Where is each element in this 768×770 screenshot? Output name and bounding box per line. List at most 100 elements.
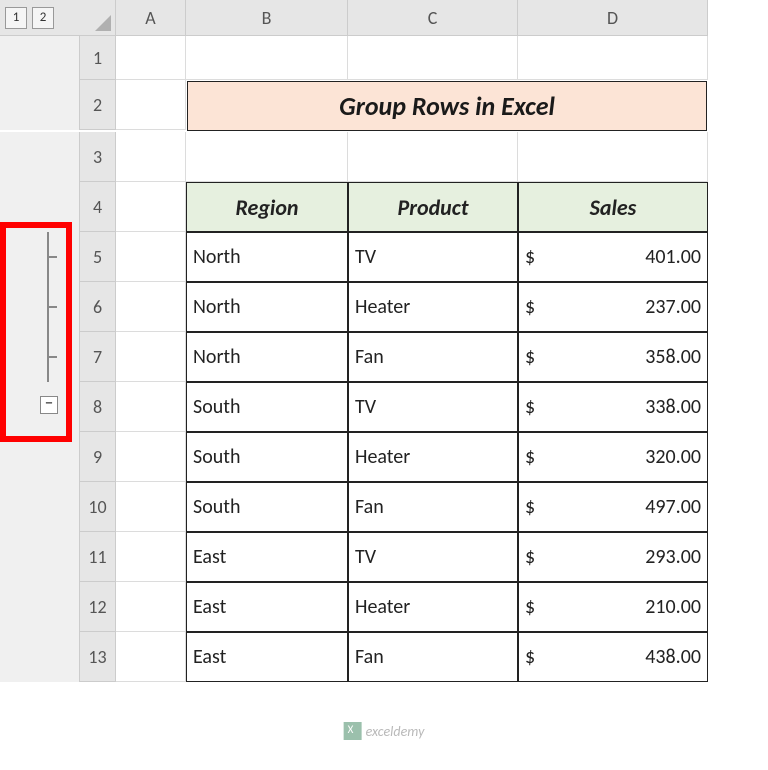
cell-sales[interactable]: $338.00	[518, 382, 708, 432]
currency-symbol: $	[525, 245, 535, 269]
cell-d1[interactable]	[518, 36, 708, 80]
row-header-10[interactable]: 10	[80, 482, 116, 532]
select-all-triangle[interactable]	[54, 0, 115, 35]
cell-product[interactable]: Fan	[348, 332, 518, 382]
column-header-d[interactable]: D	[518, 0, 708, 36]
outline-gutter	[0, 532, 80, 582]
cell-product[interactable]: Heater	[348, 432, 518, 482]
cell-product[interactable]: TV	[348, 232, 518, 282]
currency-symbol: $	[525, 395, 535, 419]
currency-symbol: $	[525, 345, 535, 369]
cell-product[interactable]: Heater	[348, 282, 518, 332]
sales-value: 237.00	[565, 295, 701, 319]
outline-gutter	[0, 482, 80, 532]
sales-value: 320.00	[565, 445, 701, 469]
cell-sales[interactable]: $320.00	[518, 432, 708, 482]
cell-a2[interactable]	[116, 80, 186, 130]
cell-a1[interactable]	[116, 36, 186, 80]
cell-a8[interactable]	[116, 382, 186, 432]
cell-a12[interactable]	[116, 582, 186, 632]
cell-a6[interactable]	[116, 282, 186, 332]
cell-region[interactable]: North	[186, 332, 348, 382]
cell-product[interactable]: TV	[348, 382, 518, 432]
cell-b3[interactable]	[186, 132, 348, 182]
currency-symbol: $	[525, 645, 535, 669]
outline-gutter: −	[0, 382, 80, 432]
cell-region[interactable]: East	[186, 532, 348, 582]
cell-product[interactable]: Fan	[348, 632, 518, 682]
outline-gutter	[0, 332, 80, 382]
cell-d3[interactable]	[518, 132, 708, 182]
row-header-1[interactable]: 1	[80, 36, 116, 80]
cell-a11[interactable]	[116, 532, 186, 582]
outline-gutter	[0, 432, 80, 482]
cell-a3[interactable]	[116, 132, 186, 182]
cell-a13[interactable]	[116, 632, 186, 682]
cell-b1[interactable]	[186, 36, 348, 80]
row-header-5[interactable]: 5	[80, 232, 116, 282]
cell-c1[interactable]	[348, 36, 518, 80]
cell-region[interactable]: South	[186, 482, 348, 532]
column-header-b[interactable]: B	[186, 0, 348, 36]
currency-symbol: $	[525, 545, 535, 569]
currency-symbol: $	[525, 595, 535, 619]
row-header-12[interactable]: 12	[80, 582, 116, 632]
outline-level-2[interactable]: 2	[32, 7, 54, 29]
cell-product[interactable]: TV	[348, 532, 518, 582]
sales-value: 438.00	[565, 645, 701, 669]
cell-a10[interactable]	[116, 482, 186, 532]
cell-sales[interactable]: $210.00	[518, 582, 708, 632]
row-header-13[interactable]: 13	[80, 632, 116, 682]
row-header-7[interactable]: 7	[80, 332, 116, 382]
row-header-2[interactable]: 2	[80, 80, 116, 130]
watermark: exceldemy	[344, 722, 425, 740]
outline-gutter	[0, 182, 80, 232]
cell-sales[interactable]: $358.00	[518, 332, 708, 382]
outline-level-1[interactable]: 1	[5, 7, 27, 29]
column-header-a[interactable]: A	[116, 0, 186, 36]
outline-gutter	[0, 632, 80, 682]
row-header-4[interactable]: 4	[80, 182, 116, 232]
outline-collapse-button[interactable]: −	[40, 396, 58, 414]
cell-a7[interactable]	[116, 332, 186, 382]
spreadsheet: 1 2 A B C D 1 2 Group Rows in Excel 3 4 …	[0, 0, 768, 682]
page-title[interactable]: Group Rows in Excel	[187, 81, 707, 131]
cell-sales[interactable]: $237.00	[518, 282, 708, 332]
header-corner: 1 2	[0, 0, 116, 36]
sales-value: 358.00	[565, 345, 701, 369]
cell-a5[interactable]	[116, 232, 186, 282]
cell-sales[interactable]: $293.00	[518, 532, 708, 582]
row-header-11[interactable]: 11	[80, 532, 116, 582]
outline-gutter	[0, 232, 80, 282]
cell-a9[interactable]	[116, 432, 186, 482]
currency-symbol: $	[525, 295, 535, 319]
cell-region[interactable]: North	[186, 282, 348, 332]
outline-gutter	[0, 132, 80, 182]
sales-value: 293.00	[565, 545, 701, 569]
outline-gutter	[0, 36, 80, 80]
cell-product[interactable]: Heater	[348, 582, 518, 632]
cell-sales[interactable]: $438.00	[518, 632, 708, 682]
cell-region[interactable]: East	[186, 582, 348, 632]
row-header-3[interactable]: 3	[80, 132, 116, 182]
cell-a4[interactable]	[116, 182, 186, 232]
cell-c3[interactable]	[348, 132, 518, 182]
cell-product[interactable]: Fan	[348, 482, 518, 532]
cell-sales[interactable]: $401.00	[518, 232, 708, 282]
cell-region[interactable]: North	[186, 232, 348, 282]
table-header-sales[interactable]: Sales	[518, 182, 708, 232]
column-header-c[interactable]: C	[348, 0, 518, 36]
row-header-9[interactable]: 9	[80, 432, 116, 482]
row-header-6[interactable]: 6	[80, 282, 116, 332]
sales-value: 497.00	[565, 495, 701, 519]
cell-region[interactable]: East	[186, 632, 348, 682]
table-header-region[interactable]: Region	[186, 182, 348, 232]
cell-region[interactable]: South	[186, 382, 348, 432]
outline-gutter	[0, 80, 80, 130]
row-header-8[interactable]: 8	[80, 382, 116, 432]
excel-icon	[344, 722, 362, 740]
table-header-product[interactable]: Product	[348, 182, 518, 232]
cell-region[interactable]: South	[186, 432, 348, 482]
cell-sales[interactable]: $497.00	[518, 482, 708, 532]
sales-value: 338.00	[565, 395, 701, 419]
